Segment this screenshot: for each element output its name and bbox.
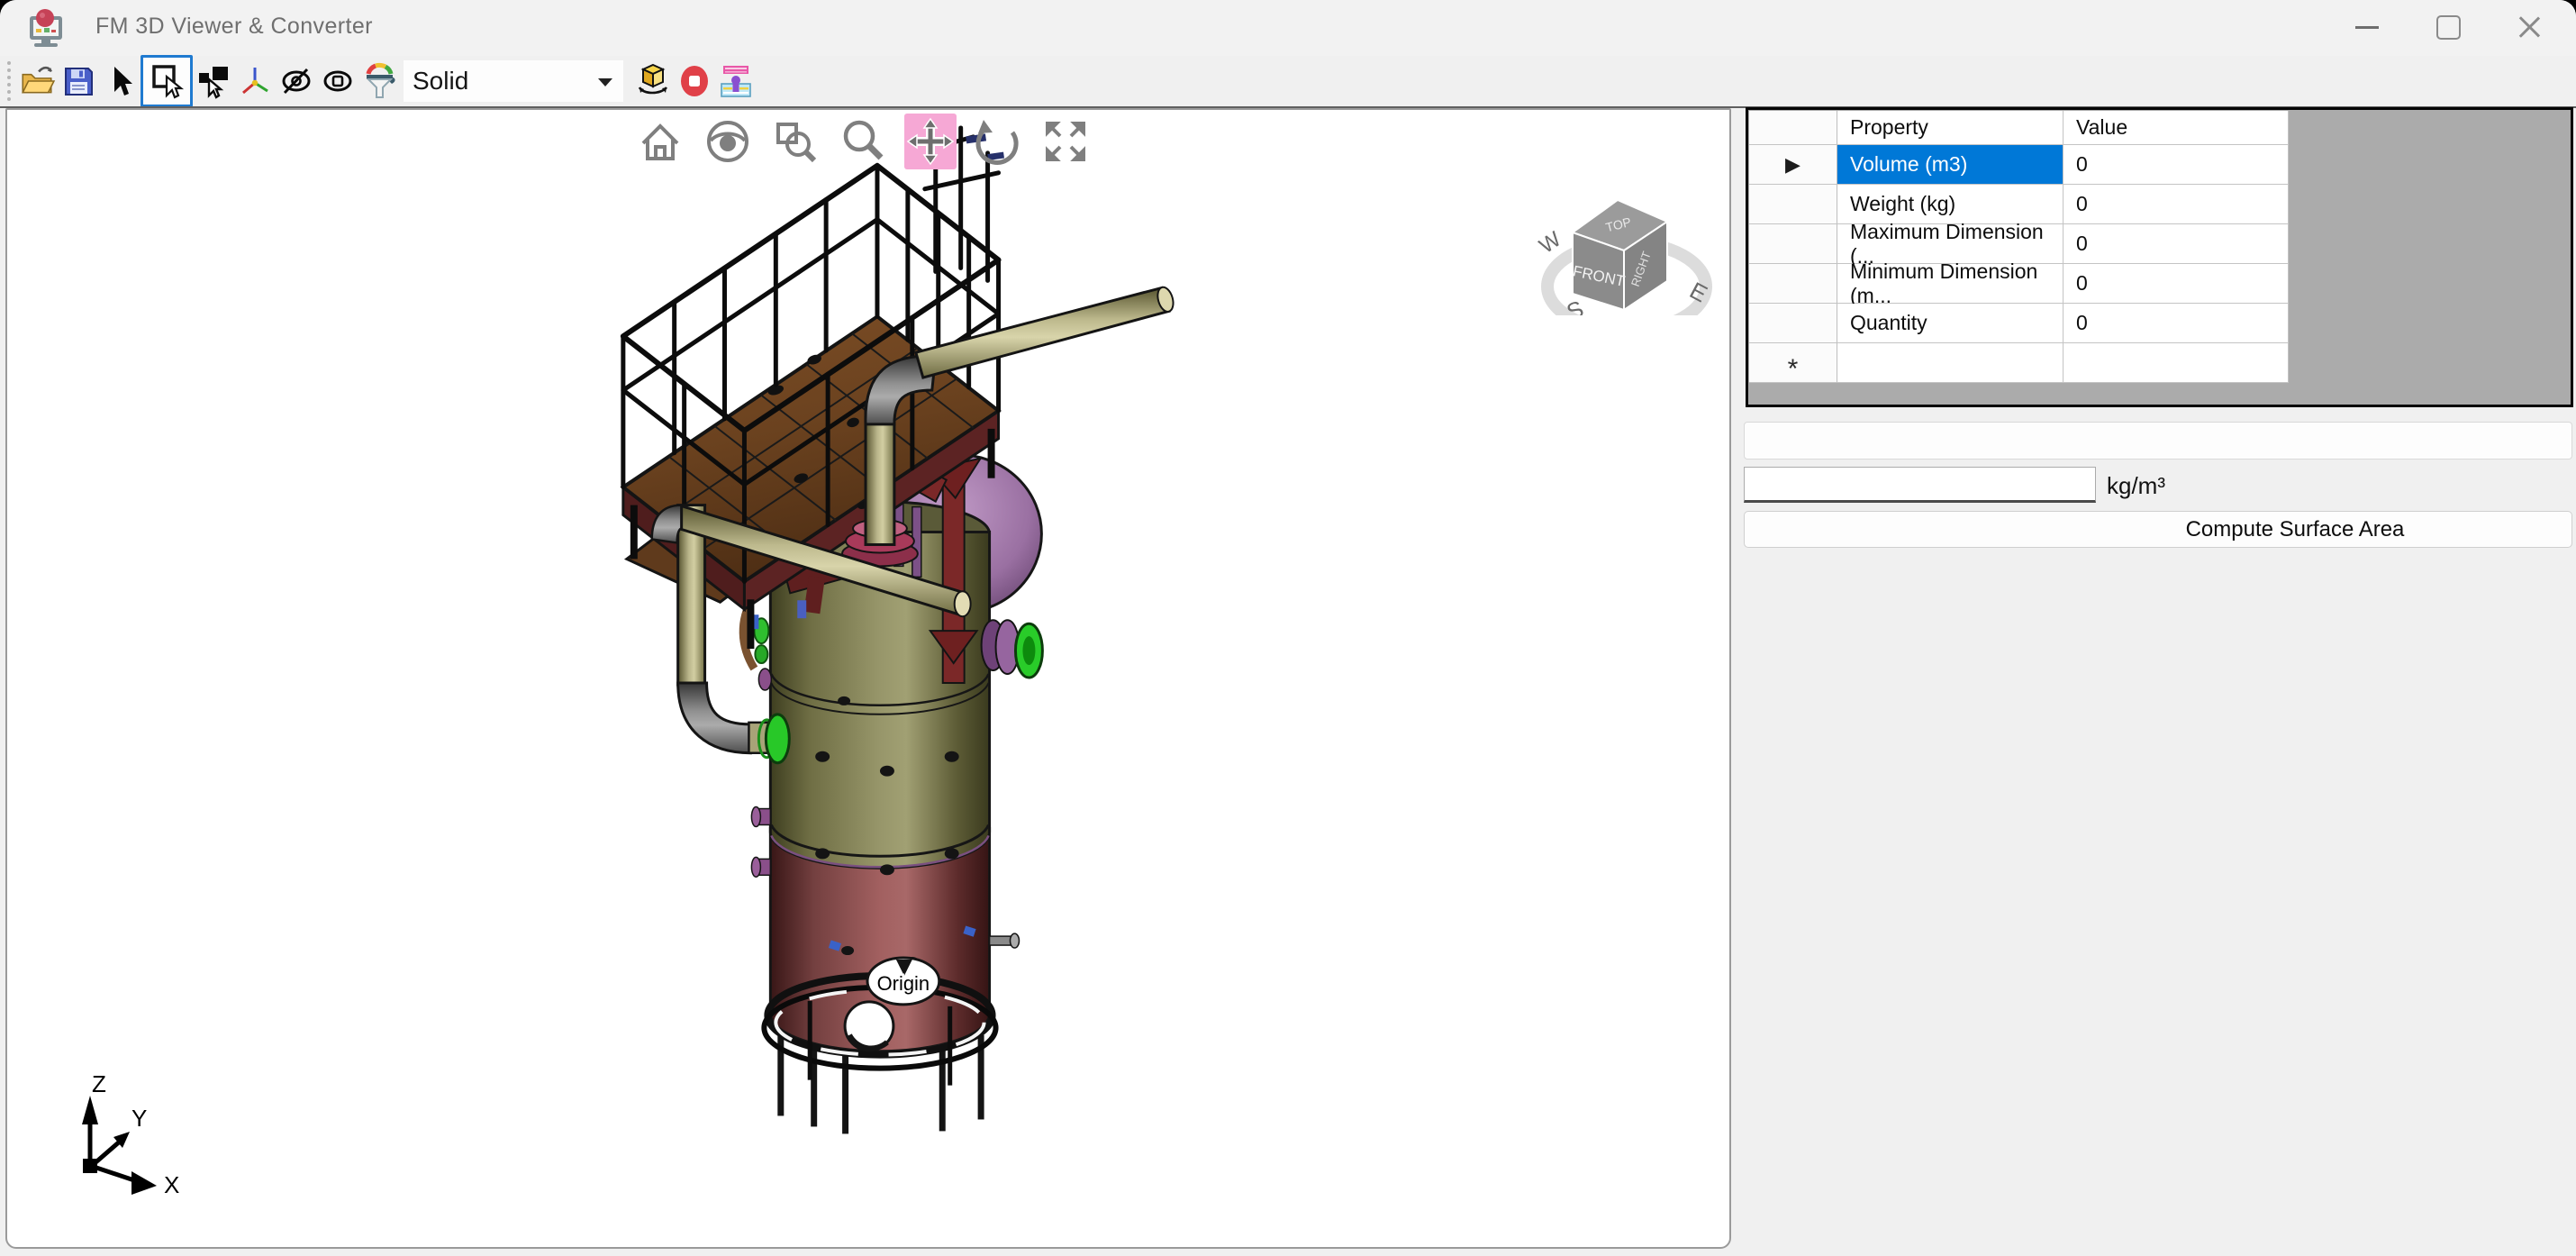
maximize-icon — [2436, 15, 2461, 40]
viewer-pan-button[interactable] — [904, 114, 957, 169]
column-header-property[interactable]: Property — [1837, 111, 2064, 145]
open-folder-icon — [18, 62, 56, 100]
table-corner-cell — [1749, 111, 1837, 145]
compute-surface-area-button[interactable]: Compute Surface Area — [1744, 511, 2572, 548]
view-mode-value: Solid — [413, 67, 468, 96]
table-cell-property[interactable]: Quantity — [1837, 304, 2064, 343]
hide-selection-button[interactable] — [276, 59, 317, 103]
axis-label-x: X — [164, 1171, 179, 1198]
property-grid-container: Property Value ▶ Volume (m3) 0 Weight (k… — [1746, 107, 2573, 407]
main-toolbar: Solid — [0, 56, 2576, 106]
save-floppy-icon — [60, 63, 96, 99]
table-cell-value[interactable]: 0 — [2064, 224, 2289, 264]
filter-funnel-icon — [359, 60, 399, 102]
open-file-button[interactable] — [16, 59, 58, 103]
magnifier-icon — [838, 116, 888, 167]
axis-triad-icon — [237, 63, 273, 99]
title-bar: FM 3D Viewer & Converter — [0, 0, 2576, 56]
viewer-toolbar — [634, 114, 1092, 169]
column-header-value[interactable]: Value — [2064, 111, 2289, 145]
property-table: Property Value ▶ Volume (m3) 0 Weight (k… — [1749, 111, 2289, 383]
license-icon — [716, 60, 756, 102]
table-cell-property[interactable]: Minimum Dimension (m... — [1837, 264, 2064, 304]
orbit-cube-button[interactable] — [632, 59, 674, 103]
right-green-flange — [982, 620, 1043, 678]
rectangle-select-icon — [148, 62, 186, 100]
table-cell-value[interactable]: 0 — [2064, 185, 2289, 224]
viewer-zoom-window-button[interactable] — [769, 114, 821, 169]
chevron-down-icon — [598, 78, 612, 86]
minimize-icon — [2355, 26, 2379, 29]
origin-label: Origin — [877, 972, 930, 995]
select-cursor-button[interactable] — [99, 59, 141, 103]
axis-label-z: Z — [92, 1076, 106, 1097]
box-select-button[interactable] — [193, 59, 234, 103]
viewer-rotate-button[interactable] — [972, 114, 1024, 169]
orbit-eye-icon — [703, 116, 753, 167]
result-display-box[interactable] — [1744, 422, 2572, 460]
viewer-fit-button[interactable] — [1039, 114, 1092, 169]
table-cell-value-new[interactable] — [2064, 343, 2289, 383]
viewer-orbit-button[interactable] — [702, 114, 754, 169]
table-cell-property-new[interactable] — [1837, 343, 2064, 383]
app-window: FM 3D Viewer & Converter — [0, 0, 2576, 1256]
record-button[interactable] — [674, 59, 715, 103]
viewport-3d[interactable]: Origin — [5, 108, 1731, 1249]
table-cell-value[interactable]: 0 — [2064, 264, 2289, 304]
density-input[interactable] — [1744, 467, 2096, 503]
row-header[interactable]: ▶ — [1749, 145, 1837, 185]
license-button[interactable] — [715, 59, 757, 103]
view-mode-dropdown[interactable]: Solid — [404, 60, 623, 102]
eye-icon — [318, 63, 358, 99]
minimize-button[interactable] — [2327, 0, 2407, 54]
close-icon — [2517, 15, 2541, 39]
axis-triad-toggle-button[interactable] — [234, 59, 276, 103]
filter-button[interactable] — [358, 59, 400, 103]
row-header[interactable] — [1749, 264, 1837, 304]
table-cell-property[interactable]: Weight (kg) — [1837, 185, 2064, 224]
eye-off-icon — [277, 63, 316, 99]
axis-label-y: Y — [132, 1105, 147, 1132]
density-unit-label: kg/m³ — [2107, 472, 2165, 500]
save-file-button[interactable] — [58, 59, 99, 103]
navigation-cube[interactable]: W S E TOP FRONT RIGHT — [1529, 144, 1719, 315]
new-row-marker: * — [1788, 365, 1799, 374]
rectangle-select-button[interactable] — [141, 55, 193, 107]
toolbar-grip[interactable] — [7, 61, 16, 101]
current-row-marker: ▶ — [1785, 153, 1800, 177]
home-icon — [635, 116, 685, 167]
maximize-button[interactable] — [2408, 0, 2488, 54]
zoom-window-icon — [770, 116, 821, 167]
window-title: FM 3D Viewer & Converter — [95, 14, 373, 40]
cursor-icon — [103, 63, 137, 99]
show-all-button[interactable] — [317, 59, 358, 103]
close-button[interactable] — [2490, 0, 2569, 54]
table-cell-property[interactable]: Volume (m3) — [1837, 145, 2064, 185]
axis-triad: Z Y X — [72, 1076, 234, 1202]
viewer-zoom-button[interactable] — [837, 114, 889, 169]
table-cell-value[interactable]: 0 — [2064, 145, 2289, 185]
app-logo-icon — [25, 9, 67, 49]
box-select-icon — [195, 62, 232, 100]
pan-icon — [905, 116, 956, 167]
row-header[interactable] — [1749, 304, 1837, 343]
new-row-header[interactable]: * — [1749, 343, 1837, 383]
viewer-home-button[interactable] — [634, 114, 686, 169]
table-cell-property[interactable]: Maximum Dimension (... — [1837, 224, 2064, 264]
rotate-icon — [973, 116, 1023, 167]
row-header[interactable] — [1749, 224, 1837, 264]
model-3d: Origin — [7, 110, 1729, 1247]
fit-view-icon — [1040, 116, 1091, 167]
orbit-cube-icon — [632, 60, 674, 102]
table-cell-value[interactable]: 0 — [2064, 304, 2289, 343]
record-stop-icon — [676, 60, 713, 102]
row-header[interactable] — [1749, 185, 1837, 224]
